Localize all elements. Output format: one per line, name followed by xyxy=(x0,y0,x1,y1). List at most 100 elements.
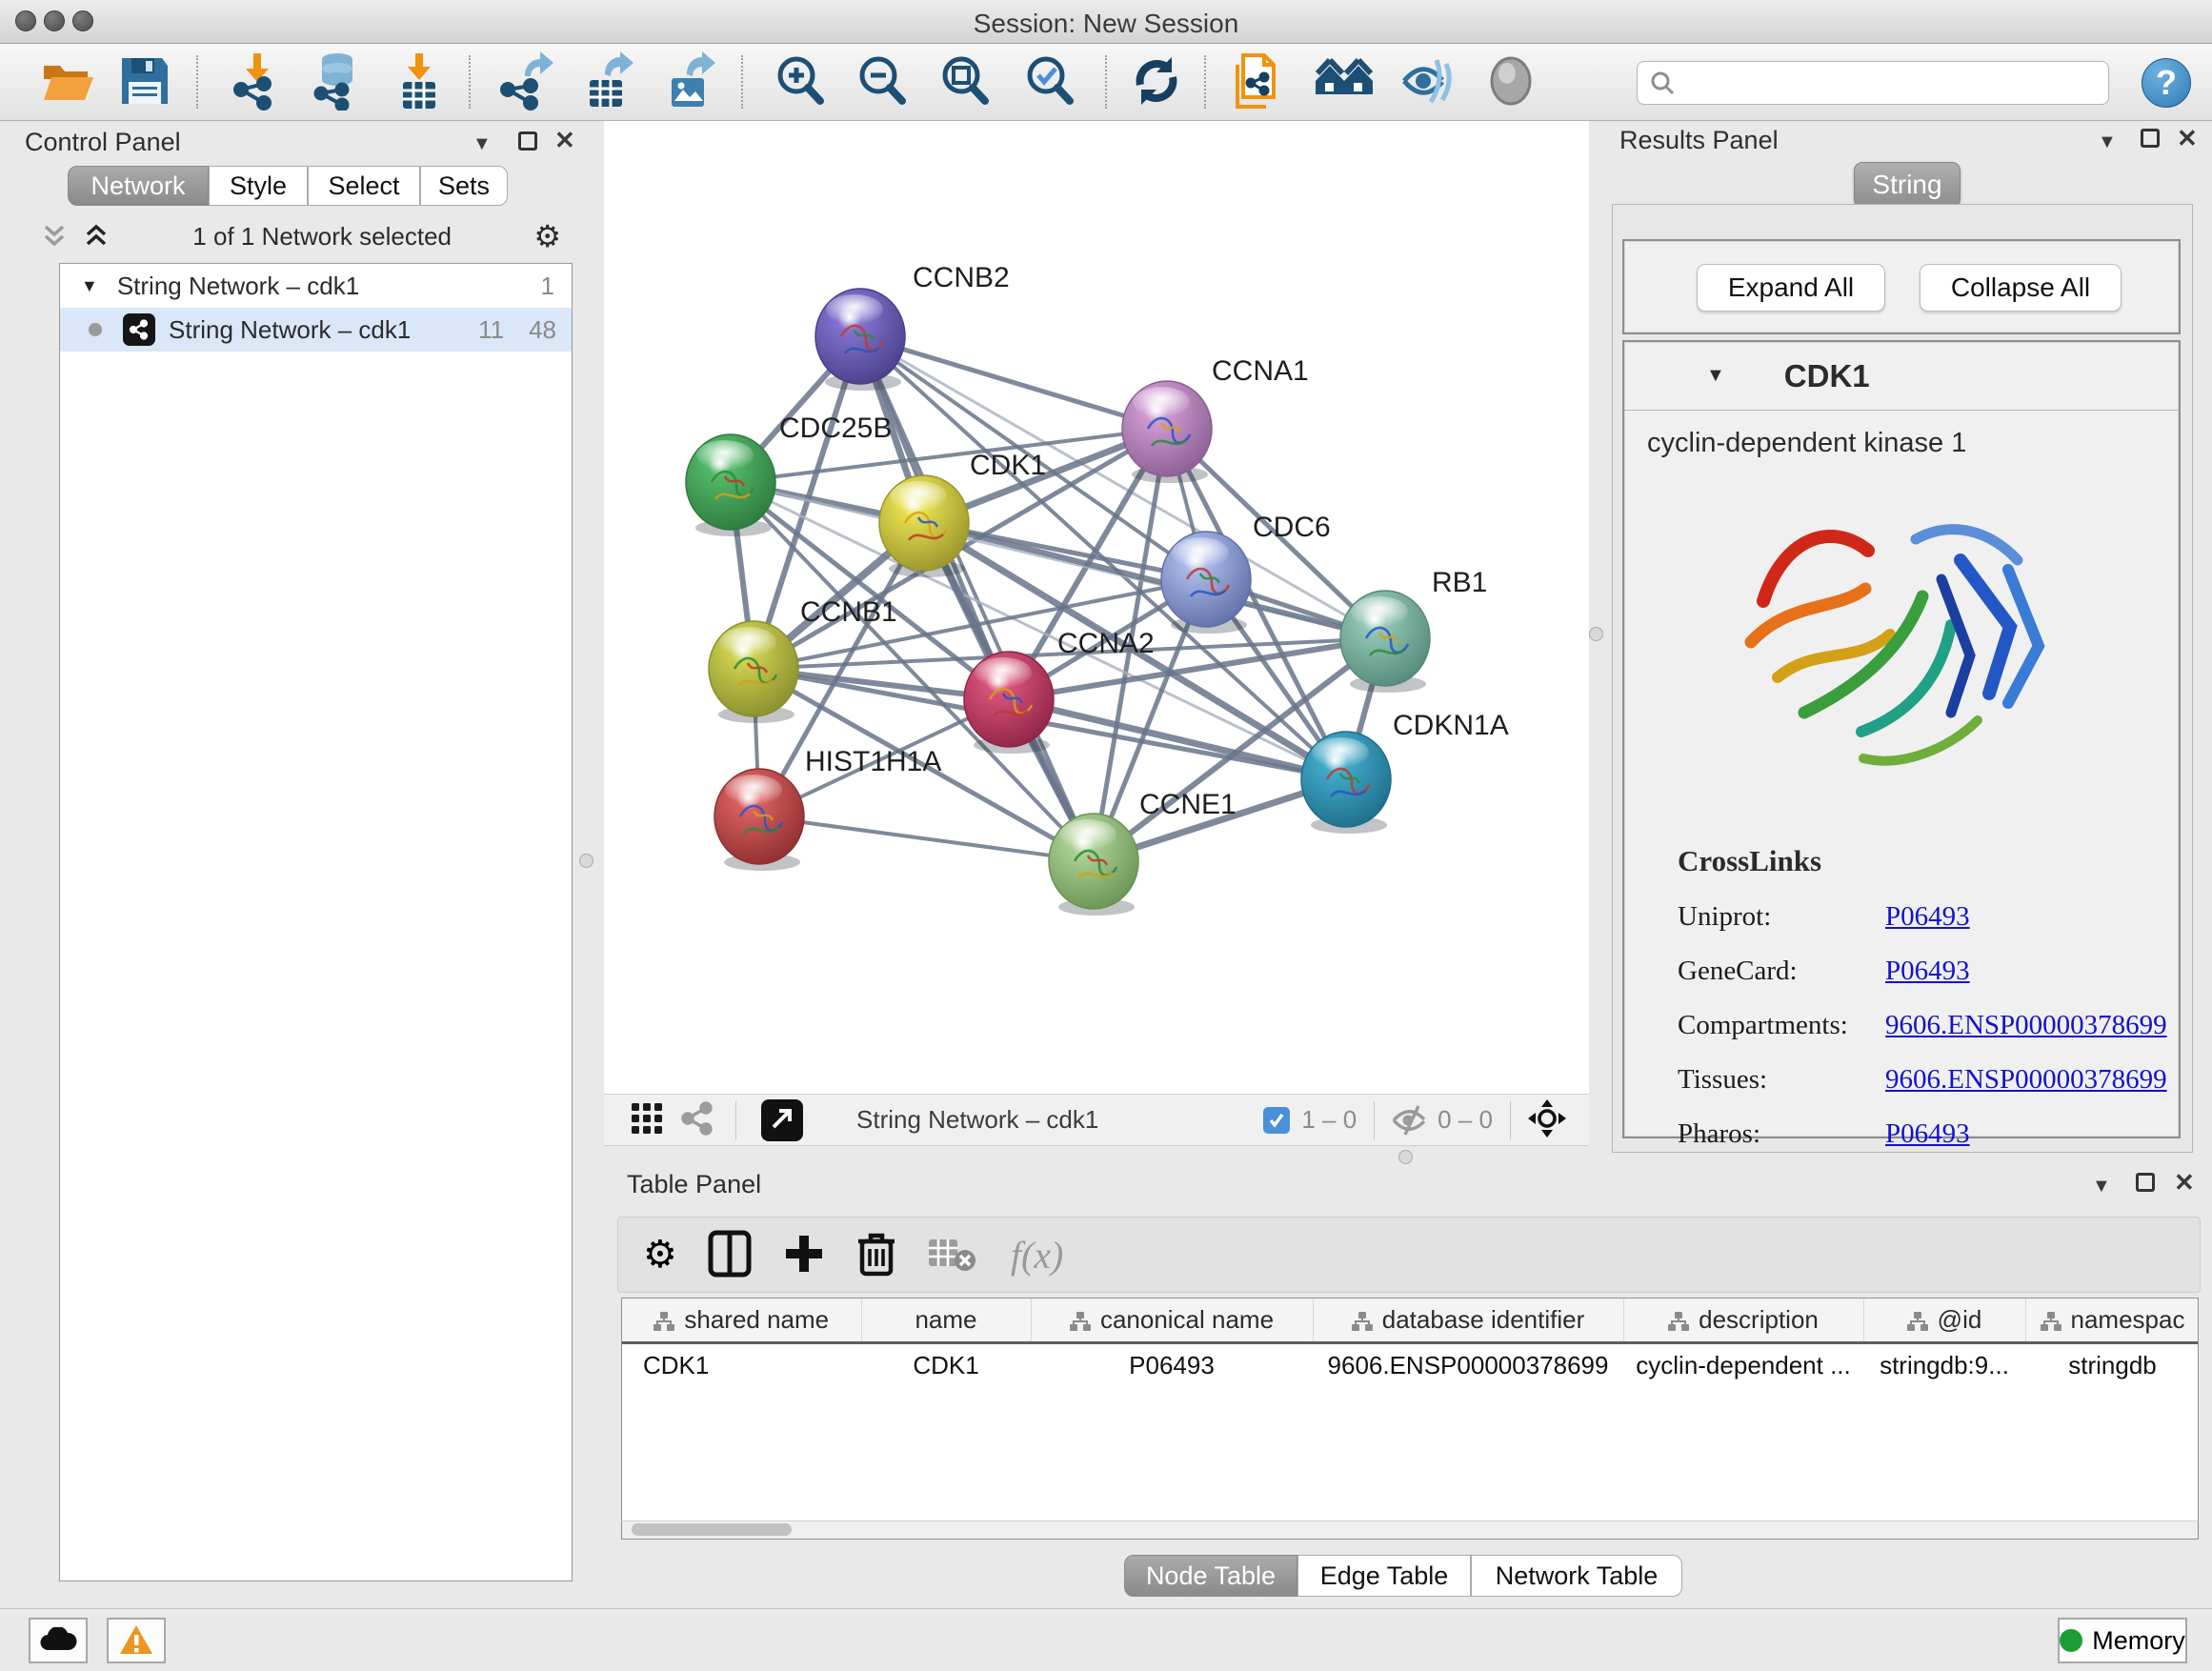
tab-node-table[interactable]: Node Table xyxy=(1124,1555,1297,1597)
import-database-icon xyxy=(308,51,367,111)
expand-all-icon[interactable] xyxy=(82,222,111,251)
show-all-button[interactable] xyxy=(1478,51,1543,112)
node-label: CCNE1 xyxy=(1139,789,1237,820)
network-node-CDKN1A[interactable]: CDKN1A xyxy=(1301,710,1509,834)
collapse-all-icon[interactable] xyxy=(40,222,69,251)
results-panel-close-icon[interactable]: ✕ xyxy=(2177,126,2198,151)
save-session-button[interactable] xyxy=(112,51,177,112)
network-options-gear-icon[interactable]: ⚙ xyxy=(533,218,561,254)
table-row[interactable]: CDK1CDK1P064939606.ENSP00000378699cyclin… xyxy=(622,1342,2199,1388)
left-splitter-handle[interactable] xyxy=(579,854,593,868)
zoom-out-button[interactable] xyxy=(850,51,915,112)
warnings-button[interactable] xyxy=(107,1618,166,1663)
column-header-shared-name[interactable]: shared name xyxy=(622,1299,861,1342)
table-header-row: shared namenamecanonical namedatabase id… xyxy=(622,1299,2199,1342)
crosslink-link[interactable]: P06493 xyxy=(1885,901,1970,933)
open-in-new-window-button[interactable] xyxy=(761,1099,803,1141)
delete-column-button[interactable] xyxy=(856,1228,896,1281)
tab-network[interactable]: Network xyxy=(68,166,209,206)
tab-network-table[interactable]: Network Table xyxy=(1471,1555,1682,1597)
network-node-CCNE1[interactable]: CCNE1 xyxy=(1049,789,1237,916)
tab-edge-table[interactable]: Edge Table xyxy=(1297,1555,1471,1597)
right-splitter-handle[interactable] xyxy=(1589,627,1603,641)
results-panel-header: Results Panel ▼ ✕ xyxy=(1601,124,2201,147)
network-edge[interactable] xyxy=(759,816,1094,861)
import-network-from-file-button[interactable] xyxy=(225,51,290,112)
selected-checkbox-icon[interactable] xyxy=(1263,1107,1290,1134)
column-header-database-identifier[interactable]: database identifier xyxy=(1313,1299,1623,1342)
network-canvas[interactable]: CCNB2CCNA1CDC25BCDK1CDC6RB1CCNB1CCNA2CDK… xyxy=(604,121,1589,1094)
zoom-selected-button[interactable] xyxy=(1017,51,1082,112)
network-node-CCNA1[interactable]: CCNA1 xyxy=(1122,355,1309,483)
tab-string[interactable]: String xyxy=(1854,162,1961,208)
table-panel-menu-icon[interactable]: ▼ xyxy=(2092,1174,2111,1198)
column-header-name[interactable]: name xyxy=(861,1299,1031,1342)
control-panel-close-icon[interactable]: ✕ xyxy=(554,128,575,152)
network-node-RB1[interactable]: RB1 xyxy=(1340,567,1487,693)
add-column-button[interactable] xyxy=(782,1228,826,1281)
results-panel-float-icon[interactable] xyxy=(2141,129,2160,148)
birds-eye-view-button[interactable] xyxy=(631,1102,663,1137)
hide-selected-button[interactable] xyxy=(1396,51,1460,112)
network-node-CDC6[interactable]: CDC6 xyxy=(1161,512,1331,634)
export-network-icon xyxy=(496,51,555,111)
pan-mode-button[interactable] xyxy=(1526,1097,1568,1142)
network-edge[interactable] xyxy=(860,336,1167,429)
table-hscrollbar[interactable] xyxy=(621,1520,2199,1540)
column-header-namespac[interactable]: namespac xyxy=(2025,1299,2199,1342)
trash-icon xyxy=(856,1230,896,1278)
crosslink-link[interactable]: P06493 xyxy=(1885,1118,1970,1150)
refresh-button[interactable] xyxy=(1124,51,1189,112)
zoom-fit-button[interactable] xyxy=(933,51,997,112)
column-header-description[interactable]: description xyxy=(1623,1299,1863,1342)
table-panel-float-icon[interactable] xyxy=(2136,1173,2155,1192)
table-cell: cyclin-dependent ... xyxy=(1623,1342,1863,1388)
hscrollbar-thumb[interactable] xyxy=(632,1523,792,1536)
tab-sets[interactable]: Sets xyxy=(420,166,508,206)
memory-button[interactable]: Memory xyxy=(2058,1618,2187,1663)
network-type-icon xyxy=(123,313,155,346)
network-edge[interactable] xyxy=(1009,699,1346,779)
network-node-HIST1H1A[interactable]: HIST1H1A xyxy=(714,746,941,871)
copy-network-button[interactable] xyxy=(1227,51,1292,112)
show-columns-button[interactable] xyxy=(708,1228,752,1281)
control-panel-menu-icon[interactable]: ▼ xyxy=(473,131,492,156)
network-share-button[interactable] xyxy=(680,1101,714,1138)
tab-style[interactable]: Style xyxy=(209,166,308,206)
function-builder-button-disabled: f(x) xyxy=(1011,1228,1064,1281)
crosslink-link[interactable]: 9606.ENSP00000378699 xyxy=(1885,1064,2167,1096)
tab-select[interactable]: Select xyxy=(308,166,420,206)
section-expander-icon[interactable]: ▼ xyxy=(1706,365,1725,387)
crosslink-label: Compartments: xyxy=(1678,1010,1885,1041)
first-neighbors-button[interactable] xyxy=(1312,51,1377,112)
network-collection-row[interactable]: ▼ String Network – cdk1 1 xyxy=(60,264,572,308)
control-panel-float-icon[interactable] xyxy=(518,131,537,151)
table-options-gear-icon[interactable]: ⚙ xyxy=(643,1228,677,1281)
crosslink-link[interactable]: P06493 xyxy=(1885,956,1970,987)
results-panel-title: Results Panel xyxy=(1619,126,1779,155)
node-label: CDK1 xyxy=(970,450,1046,481)
bottom-splitter-handle[interactable] xyxy=(1398,1150,1413,1164)
export-network-button[interactable] xyxy=(493,51,558,112)
collapse-all-button[interactable]: Collapse All xyxy=(1920,264,2122,312)
crosslink-link[interactable]: 9606.ENSP00000378699 xyxy=(1885,1010,2167,1041)
grid-icon xyxy=(631,1102,663,1135)
network-row[interactable]: String Network – cdk1 11 48 xyxy=(60,308,572,352)
crosslinks-title: CrossLinks xyxy=(1678,844,2179,878)
export-table-button[interactable] xyxy=(575,51,640,112)
export-image-button[interactable] xyxy=(657,51,722,112)
import-table-from-file-button[interactable] xyxy=(387,51,452,112)
cdk1-section-header[interactable]: ▼ CDK1 xyxy=(1624,342,2179,411)
column-header-canonical-name[interactable]: canonical name xyxy=(1031,1299,1313,1342)
collection-expander-icon[interactable]: ▼ xyxy=(81,276,98,296)
import-network-from-database-button[interactable] xyxy=(305,51,370,112)
column-header-@id[interactable]: @id xyxy=(1863,1299,2025,1342)
zoom-in-button[interactable] xyxy=(768,51,833,112)
results-panel-menu-icon[interactable]: ▼ xyxy=(2098,130,2117,154)
table-panel-close-icon[interactable]: ✕ xyxy=(2174,1170,2195,1195)
cloud-status-button[interactable] xyxy=(29,1618,88,1663)
expand-all-button[interactable]: Expand All xyxy=(1697,264,1885,312)
help-button[interactable]: ? xyxy=(2142,58,2191,108)
open-session-button[interactable] xyxy=(34,51,99,112)
search-input[interactable] xyxy=(1676,69,2085,98)
